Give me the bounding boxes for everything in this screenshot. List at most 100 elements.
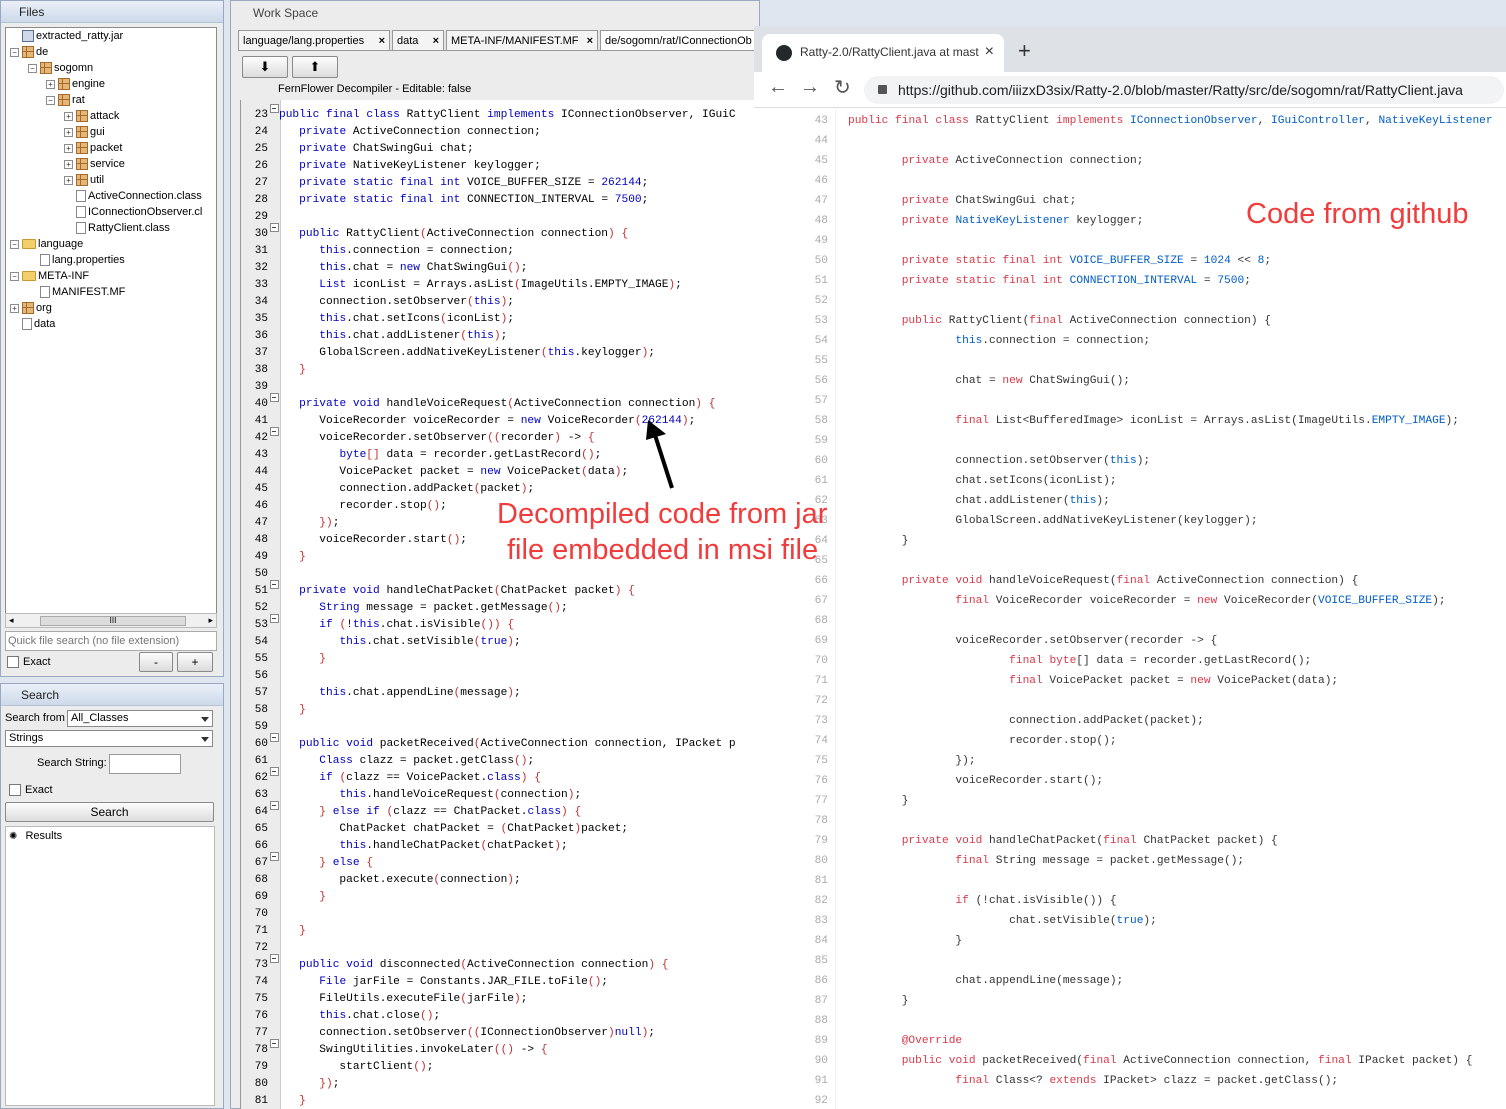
reload-icon[interactable]: ↻ bbox=[834, 75, 851, 100]
github-line-number[interactable]: 68 bbox=[754, 611, 848, 631]
fold-icon[interactable] bbox=[268, 389, 279, 406]
github-line-number[interactable]: 74 bbox=[754, 731, 848, 751]
github-line-number[interactable]: 69 bbox=[754, 631, 848, 651]
collapse-button[interactable]: - bbox=[139, 652, 173, 672]
github-line-number[interactable]: 92 bbox=[754, 1091, 848, 1109]
expand-icon[interactable]: + bbox=[64, 175, 73, 185]
github-line-number[interactable]: 89 bbox=[754, 1031, 848, 1051]
github-line-number[interactable]: 82 bbox=[754, 891, 848, 911]
exact-checkbox[interactable] bbox=[7, 656, 19, 669]
tree-item[interactable]: RattyClient.class bbox=[64, 220, 170, 236]
github-line-number[interactable]: 50 bbox=[754, 251, 848, 271]
tree-item[interactable]: − de bbox=[10, 44, 48, 60]
github-line-number[interactable]: 57 bbox=[754, 391, 848, 411]
github-line-number[interactable]: 85 bbox=[754, 951, 848, 971]
expand-icon[interactable]: + bbox=[46, 79, 55, 89]
tree-item[interactable]: MANIFEST.MF bbox=[28, 284, 125, 300]
github-line-number[interactable]: 55 bbox=[754, 351, 848, 371]
scrollbar-thumb[interactable]: III bbox=[40, 616, 186, 626]
github-line-number[interactable]: 51 bbox=[754, 271, 848, 291]
fold-icon[interactable] bbox=[268, 610, 279, 627]
github-line-number[interactable]: 80 bbox=[754, 851, 848, 871]
new-tab-icon[interactable]: + bbox=[1018, 36, 1031, 66]
search-exact-row[interactable]: Exact bbox=[9, 783, 53, 799]
tree-horizontal-scrollbar[interactable]: ◂ III ▸ bbox=[5, 613, 217, 628]
browser-tab[interactable]: Ratty-2.0/RattyClient.java at mast × bbox=[762, 34, 1004, 72]
collapse-icon[interactable]: − bbox=[10, 47, 19, 57]
github-line-number[interactable]: 49 bbox=[754, 231, 848, 251]
github-line-number[interactable]: 76 bbox=[754, 771, 848, 791]
github-line-number[interactable]: 67 bbox=[754, 591, 848, 611]
close-icon[interactable]: × bbox=[985, 34, 994, 70]
expand-icon[interactable]: + bbox=[10, 303, 19, 313]
fold-icon[interactable] bbox=[268, 729, 279, 746]
tree-item[interactable]: − rat bbox=[46, 92, 85, 108]
fold-icon[interactable] bbox=[268, 219, 279, 236]
github-line-number[interactable]: 44 bbox=[754, 131, 848, 151]
tree-item[interactable]: + attack bbox=[64, 108, 119, 124]
collapse-icon[interactable]: − bbox=[28, 63, 37, 73]
github-line-number[interactable]: 58 bbox=[754, 411, 848, 431]
search-button[interactable]: Search bbox=[5, 802, 214, 822]
github-line-number[interactable]: 70 bbox=[754, 651, 848, 671]
tree-item[interactable]: IConnectionObserver.cl bbox=[64, 204, 202, 220]
github-line-number[interactable]: 54 bbox=[754, 331, 848, 351]
tree-item[interactable]: ActiveConnection.class bbox=[64, 188, 202, 204]
fold-icon[interactable] bbox=[268, 100, 279, 117]
github-line-number[interactable]: 61 bbox=[754, 471, 848, 491]
expand-button[interactable]: + bbox=[177, 652, 213, 672]
github-line-number[interactable]: 48 bbox=[754, 211, 848, 231]
github-line-number[interactable]: 81 bbox=[754, 871, 848, 891]
download-icon[interactable]: ⬇ bbox=[242, 56, 288, 78]
github-line-number[interactable]: 52 bbox=[754, 291, 848, 311]
github-line-number[interactable]: 43 bbox=[754, 111, 848, 131]
tree-item[interactable]: − META-INF bbox=[10, 268, 89, 284]
github-line-number[interactable]: 90 bbox=[754, 1051, 848, 1071]
fold-icon[interactable] bbox=[268, 1035, 279, 1052]
tree-item[interactable]: + org bbox=[10, 300, 52, 316]
github-line-number[interactable]: 86 bbox=[754, 971, 848, 991]
tree-item[interactable]: + gui bbox=[64, 124, 105, 140]
tab-iconnectionobserver[interactable]: de/sogomn/rat/IConnectionOb bbox=[600, 30, 754, 50]
forward-icon[interactable]: → bbox=[800, 76, 820, 99]
collapse-icon[interactable]: − bbox=[46, 95, 55, 105]
search-type-select[interactable]: Strings bbox=[5, 730, 213, 747]
github-line-number[interactable]: 83 bbox=[754, 911, 848, 931]
expand-icon[interactable]: + bbox=[64, 111, 73, 121]
github-line-number[interactable]: 77 bbox=[754, 791, 848, 811]
close-icon[interactable]: × bbox=[379, 31, 385, 50]
github-line-number[interactable]: 59 bbox=[754, 431, 848, 451]
github-line-number[interactable]: 45 bbox=[754, 151, 848, 171]
tab-data[interactable]: data × bbox=[392, 30, 444, 50]
quick-file-search-input[interactable] bbox=[5, 631, 217, 651]
github-line-number[interactable]: 56 bbox=[754, 371, 848, 391]
fold-icon[interactable] bbox=[268, 763, 279, 780]
github-line-number[interactable]: 66 bbox=[754, 571, 848, 591]
github-line-number[interactable]: 79 bbox=[754, 831, 848, 851]
results-node[interactable]: ✺ Results bbox=[9, 828, 62, 844]
expand-icon[interactable]: + bbox=[64, 143, 73, 153]
back-icon[interactable]: ← bbox=[768, 76, 788, 99]
expand-icon[interactable]: + bbox=[64, 127, 73, 137]
scroll-right-icon[interactable]: ▸ bbox=[208, 615, 213, 626]
search-from-select[interactable]: All_Classes bbox=[67, 710, 213, 727]
search-string-input[interactable] bbox=[109, 754, 181, 774]
url-bar[interactable]: https://github.com/iiizxD3six/Ratty-2.0/… bbox=[864, 76, 1504, 104]
github-line-number[interactable]: 91 bbox=[754, 1071, 848, 1091]
decompiled-code-editor[interactable]: 23 public final class RattyClient impleme… bbox=[240, 100, 754, 1109]
upload-icon[interactable]: ⬆ bbox=[292, 56, 338, 78]
tree-item[interactable]: + engine bbox=[46, 76, 105, 92]
tree-item[interactable]: data bbox=[10, 316, 55, 332]
tree-item[interactable]: + packet bbox=[64, 140, 122, 156]
tab-lang-properties[interactable]: language/lang.properties × bbox=[238, 30, 390, 50]
scroll-left-icon[interactable]: ◂ bbox=[9, 615, 14, 626]
fold-icon[interactable] bbox=[268, 797, 279, 814]
fold-icon[interactable] bbox=[268, 423, 279, 440]
close-icon[interactable]: × bbox=[587, 31, 593, 50]
tab-manifest[interactable]: META-INF/MANIFEST.MF × bbox=[446, 30, 598, 50]
fold-icon[interactable] bbox=[268, 576, 279, 593]
tree-item[interactable]: − language bbox=[10, 236, 83, 252]
github-line-number[interactable]: 87 bbox=[754, 991, 848, 1011]
tree-item[interactable]: + util bbox=[64, 172, 104, 188]
github-line-number[interactable]: 73 bbox=[754, 711, 848, 731]
